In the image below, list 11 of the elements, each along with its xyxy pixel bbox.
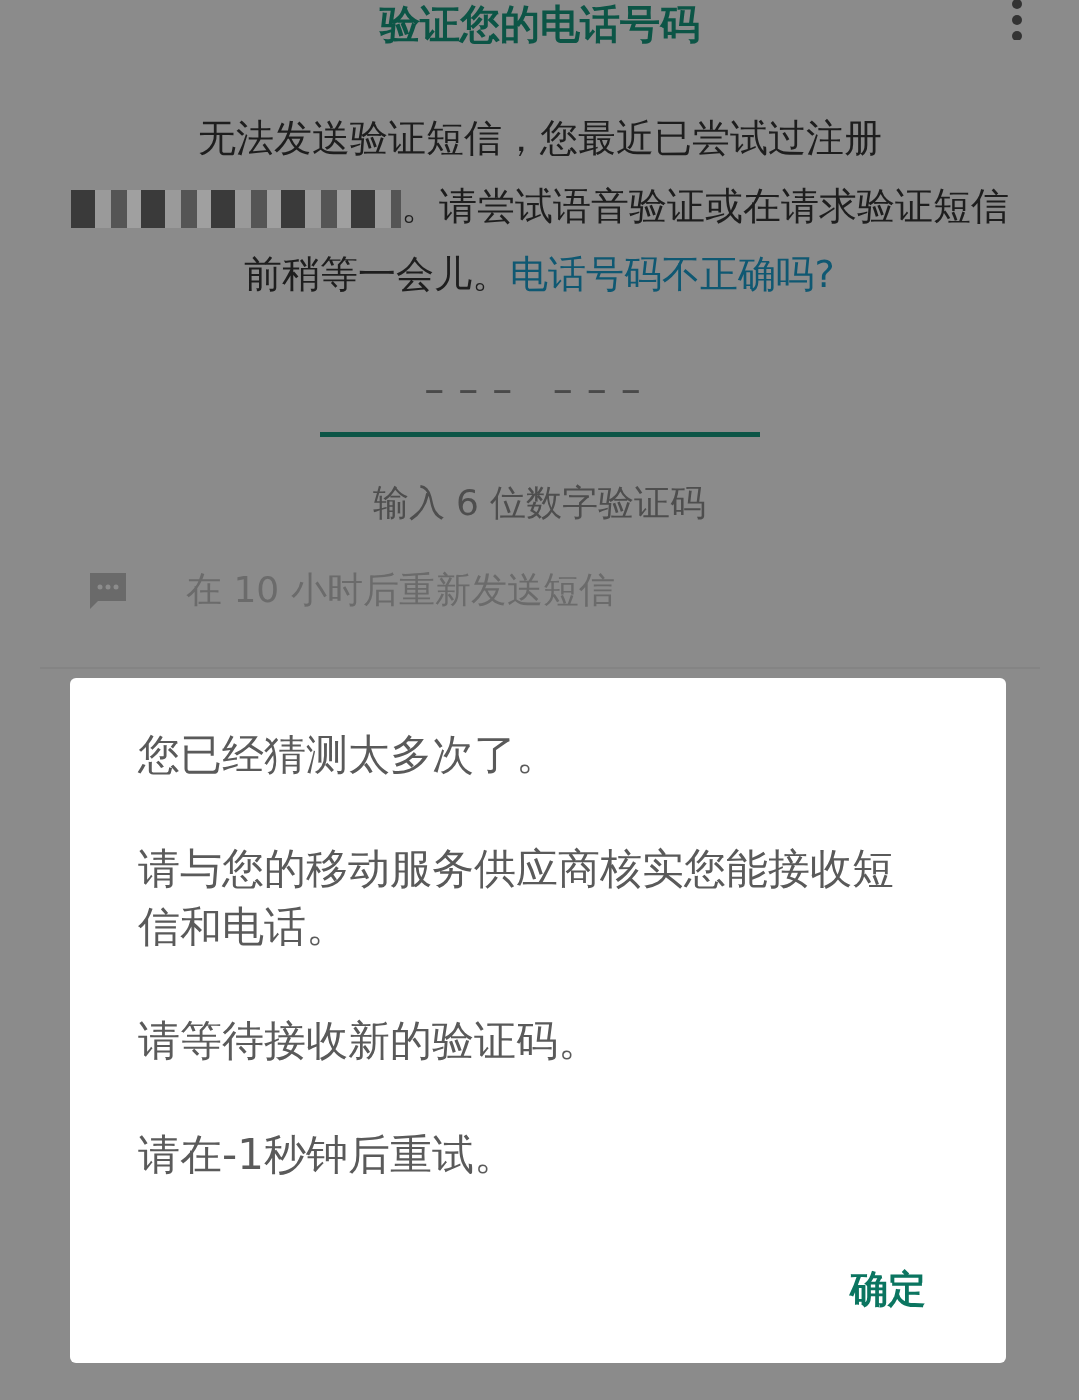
code-hint: 输入 6 位数字验证码 (372, 481, 707, 525)
code-input-field[interactable]: ––– ––– (319, 366, 760, 437)
dialog-message: 您已经猜测太多次了。 (138, 729, 559, 781)
dialog-message: 请等待接收新的验证码。 (138, 1015, 601, 1067)
notice-paragraph: 无法发送验证短信，您最近已尝试过注册 。请尝试语音验证或在请求验证短信前稍等一会儿。电话号码不正确吗? (64, 104, 1015, 308)
dialog-message: 请与您的移动服务供应商核实您能接收短信和电话。 (138, 843, 895, 953)
screen-title: 验证您的电话号码 (379, 0, 700, 44)
more-options-icon[interactable] (1011, 0, 1023, 40)
confirm-button[interactable]: 确定 (838, 1256, 938, 1323)
dialog-message: 请在-1秒钟后重试。 (138, 1129, 517, 1181)
wrong-number-link[interactable]: 电话号码不正确吗? (510, 252, 835, 296)
